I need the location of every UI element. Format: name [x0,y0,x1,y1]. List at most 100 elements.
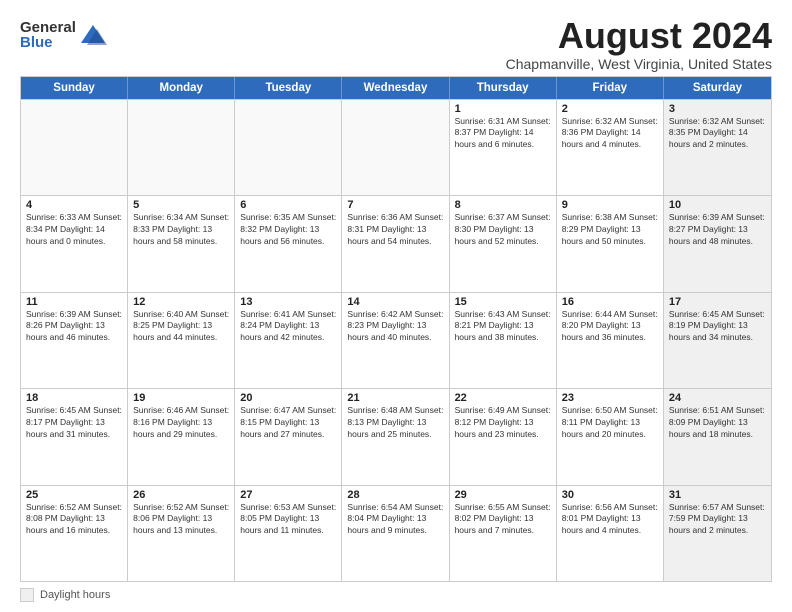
cal-cell-26: 26Sunrise: 6:52 AM Sunset: 8:06 PM Dayli… [128,486,235,581]
cal-cell-5: 5Sunrise: 6:34 AM Sunset: 8:33 PM Daylig… [128,196,235,291]
week-row-0: 1Sunrise: 6:31 AM Sunset: 8:37 PM Daylig… [21,99,771,195]
day-info: Sunrise: 6:40 AM Sunset: 8:25 PM Dayligh… [133,309,229,345]
day-info: Sunrise: 6:39 AM Sunset: 8:26 PM Dayligh… [26,309,122,345]
cal-cell-2: 2Sunrise: 6:32 AM Sunset: 8:36 PM Daylig… [557,100,664,195]
day-number: 8 [455,199,551,211]
day-number: 17 [669,296,766,308]
header-day-wednesday: Wednesday [342,77,449,99]
day-info: Sunrise: 6:55 AM Sunset: 8:02 PM Dayligh… [455,502,551,538]
daylight-label: Daylight hours [40,589,110,601]
day-info: Sunrise: 6:53 AM Sunset: 8:05 PM Dayligh… [240,502,336,538]
calendar-body: 1Sunrise: 6:31 AM Sunset: 8:37 PM Daylig… [21,99,771,581]
cal-cell-4: 4Sunrise: 6:33 AM Sunset: 8:34 PM Daylig… [21,196,128,291]
cal-cell-empty-3 [342,100,449,195]
cal-cell-30: 30Sunrise: 6:56 AM Sunset: 8:01 PM Dayli… [557,486,664,581]
day-info: Sunrise: 6:57 AM Sunset: 7:59 PM Dayligh… [669,502,766,538]
day-number: 25 [26,489,122,501]
day-number: 9 [562,199,658,211]
day-number: 26 [133,489,229,501]
week-row-2: 11Sunrise: 6:39 AM Sunset: 8:26 PM Dayli… [21,292,771,388]
cal-cell-12: 12Sunrise: 6:40 AM Sunset: 8:25 PM Dayli… [128,293,235,388]
cal-cell-1: 1Sunrise: 6:31 AM Sunset: 8:37 PM Daylig… [450,100,557,195]
day-number: 10 [669,199,766,211]
header-day-monday: Monday [128,77,235,99]
logo: General Blue [20,20,107,50]
day-info: Sunrise: 6:32 AM Sunset: 8:36 PM Dayligh… [562,116,658,152]
cal-cell-22: 22Sunrise: 6:49 AM Sunset: 8:12 PM Dayli… [450,389,557,484]
cal-cell-14: 14Sunrise: 6:42 AM Sunset: 8:23 PM Dayli… [342,293,449,388]
day-number: 2 [562,103,658,115]
day-number: 5 [133,199,229,211]
day-number: 3 [669,103,766,115]
day-info: Sunrise: 6:46 AM Sunset: 8:16 PM Dayligh… [133,405,229,441]
calendar-header: SundayMondayTuesdayWednesdayThursdayFrid… [21,77,771,99]
day-number: 23 [562,392,658,404]
day-info: Sunrise: 6:42 AM Sunset: 8:23 PM Dayligh… [347,309,443,345]
main-title: August 2024 [506,16,772,56]
day-number: 18 [26,392,122,404]
day-number: 15 [455,296,551,308]
footer: Daylight hours [20,588,772,602]
day-number: 20 [240,392,336,404]
day-number: 16 [562,296,658,308]
day-info: Sunrise: 6:45 AM Sunset: 8:19 PM Dayligh… [669,309,766,345]
daylight-box [20,588,34,602]
day-info: Sunrise: 6:56 AM Sunset: 8:01 PM Dayligh… [562,502,658,538]
subtitle: Chapmanville, West Virginia, United Stat… [506,56,772,72]
cal-cell-11: 11Sunrise: 6:39 AM Sunset: 8:26 PM Dayli… [21,293,128,388]
header-day-sunday: Sunday [21,77,128,99]
cal-cell-20: 20Sunrise: 6:47 AM Sunset: 8:15 PM Dayli… [235,389,342,484]
day-info: Sunrise: 6:52 AM Sunset: 8:08 PM Dayligh… [26,502,122,538]
cal-cell-empty-2 [235,100,342,195]
day-info: Sunrise: 6:47 AM Sunset: 8:15 PM Dayligh… [240,405,336,441]
day-info: Sunrise: 6:49 AM Sunset: 8:12 PM Dayligh… [455,405,551,441]
day-info: Sunrise: 6:35 AM Sunset: 8:32 PM Dayligh… [240,212,336,248]
cal-cell-6: 6Sunrise: 6:35 AM Sunset: 8:32 PM Daylig… [235,196,342,291]
week-row-4: 25Sunrise: 6:52 AM Sunset: 8:08 PM Dayli… [21,485,771,581]
day-info: Sunrise: 6:39 AM Sunset: 8:27 PM Dayligh… [669,212,766,248]
calendar: SundayMondayTuesdayWednesdayThursdayFrid… [20,76,772,582]
cal-cell-8: 8Sunrise: 6:37 AM Sunset: 8:30 PM Daylig… [450,196,557,291]
week-row-1: 4Sunrise: 6:33 AM Sunset: 8:34 PM Daylig… [21,195,771,291]
logo-icon [79,21,107,49]
day-number: 19 [133,392,229,404]
day-number: 22 [455,392,551,404]
day-number: 4 [26,199,122,211]
cal-cell-7: 7Sunrise: 6:36 AM Sunset: 8:31 PM Daylig… [342,196,449,291]
header-day-thursday: Thursday [450,77,557,99]
logo-blue-text: Blue [20,35,76,50]
day-number: 30 [562,489,658,501]
cal-cell-16: 16Sunrise: 6:44 AM Sunset: 8:20 PM Dayli… [557,293,664,388]
day-info: Sunrise: 6:33 AM Sunset: 8:34 PM Dayligh… [26,212,122,248]
day-info: Sunrise: 6:52 AM Sunset: 8:06 PM Dayligh… [133,502,229,538]
day-info: Sunrise: 6:50 AM Sunset: 8:11 PM Dayligh… [562,405,658,441]
cal-cell-empty-0 [21,100,128,195]
day-info: Sunrise: 6:48 AM Sunset: 8:13 PM Dayligh… [347,405,443,441]
cal-cell-31: 31Sunrise: 6:57 AM Sunset: 7:59 PM Dayli… [664,486,771,581]
day-number: 6 [240,199,336,211]
day-number: 31 [669,489,766,501]
cal-cell-13: 13Sunrise: 6:41 AM Sunset: 8:24 PM Dayli… [235,293,342,388]
cal-cell-18: 18Sunrise: 6:45 AM Sunset: 8:17 PM Dayli… [21,389,128,484]
logo-general-text: General [20,20,76,35]
cal-cell-10: 10Sunrise: 6:39 AM Sunset: 8:27 PM Dayli… [664,196,771,291]
day-info: Sunrise: 6:34 AM Sunset: 8:33 PM Dayligh… [133,212,229,248]
cal-cell-24: 24Sunrise: 6:51 AM Sunset: 8:09 PM Dayli… [664,389,771,484]
day-number: 27 [240,489,336,501]
day-info: Sunrise: 6:38 AM Sunset: 8:29 PM Dayligh… [562,212,658,248]
cal-cell-15: 15Sunrise: 6:43 AM Sunset: 8:21 PM Dayli… [450,293,557,388]
cal-cell-19: 19Sunrise: 6:46 AM Sunset: 8:16 PM Dayli… [128,389,235,484]
day-number: 1 [455,103,551,115]
day-number: 29 [455,489,551,501]
day-info: Sunrise: 6:37 AM Sunset: 8:30 PM Dayligh… [455,212,551,248]
header-day-tuesday: Tuesday [235,77,342,99]
header-day-friday: Friday [557,77,664,99]
day-number: 11 [26,296,122,308]
cal-cell-28: 28Sunrise: 6:54 AM Sunset: 8:04 PM Dayli… [342,486,449,581]
day-info: Sunrise: 6:44 AM Sunset: 8:20 PM Dayligh… [562,309,658,345]
day-info: Sunrise: 6:32 AM Sunset: 8:35 PM Dayligh… [669,116,766,152]
cal-cell-29: 29Sunrise: 6:55 AM Sunset: 8:02 PM Dayli… [450,486,557,581]
day-info: Sunrise: 6:36 AM Sunset: 8:31 PM Dayligh… [347,212,443,248]
day-number: 13 [240,296,336,308]
day-info: Sunrise: 6:31 AM Sunset: 8:37 PM Dayligh… [455,116,551,152]
